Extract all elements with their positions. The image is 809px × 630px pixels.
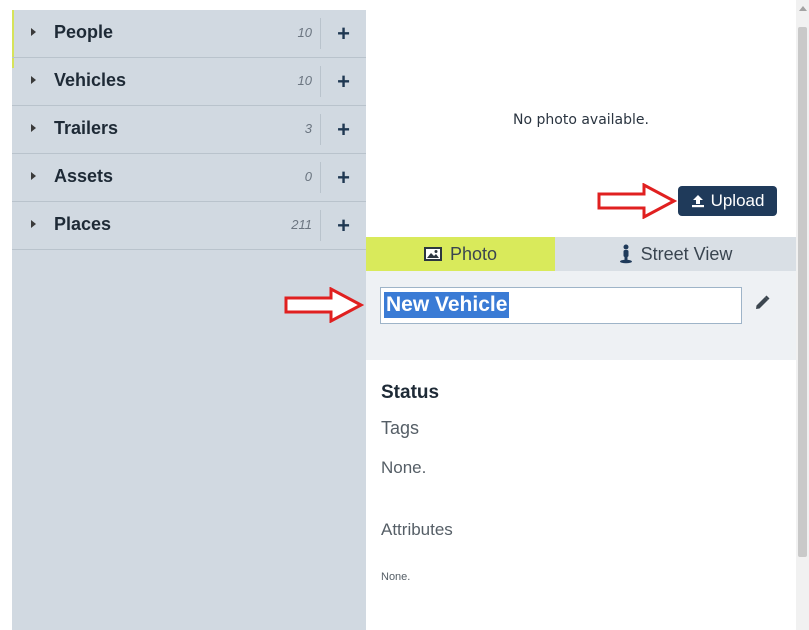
upload-button[interactable]: Upload <box>678 186 777 216</box>
sidebar-item-label: Trailers <box>54 118 119 138</box>
attributes-label: Attributes <box>381 520 453 539</box>
tab-photo[interactable]: Photo <box>366 237 555 271</box>
caret-right-icon[interactable] <box>31 28 36 36</box>
photo-area: No photo available. Upload <box>366 0 796 237</box>
sidebar-item-label: Assets <box>54 166 114 186</box>
scroll-up-icon[interactable] <box>799 6 807 11</box>
sidebar-item-label: People <box>54 22 114 42</box>
sidebar-item-trailers[interactable]: Trailers 3 + <box>12 106 366 154</box>
pencil-icon[interactable] <box>754 295 770 316</box>
add-person-button[interactable]: + <box>321 10 366 57</box>
details-panel: Status Tags None. Attributes None. <box>366 360 796 630</box>
upload-icon <box>691 194 705 208</box>
sidebar-item-assets[interactable]: Assets 0 + <box>12 154 366 202</box>
name-section: New Vehicle <box>284 271 796 360</box>
sidebar-item-count: 10 <box>297 25 312 40</box>
vehicle-name-text: New Vehicle <box>384 292 510 318</box>
caret-right-icon[interactable] <box>31 172 36 180</box>
status-heading: Status <box>381 382 440 403</box>
attributes-value: None. <box>381 571 411 583</box>
sidebar-item-count: 10 <box>297 73 312 88</box>
sidebar-item-places[interactable]: Places 211 + <box>12 202 366 250</box>
sidebar-item-label: Vehicles <box>54 70 127 90</box>
sidebar-item-count: 0 <box>304 169 312 184</box>
caret-right-icon[interactable] <box>31 124 36 132</box>
add-vehicle-button[interactable]: + <box>321 58 366 105</box>
tab-label: Photo <box>449 243 498 264</box>
photo-tabs: Photo Street View <box>366 237 796 271</box>
no-photo-message: No photo available. <box>513 112 649 128</box>
image-icon <box>423 247 442 261</box>
sidebar-item-count: 3 <box>304 121 312 136</box>
annotation-arrow-icon <box>597 183 677 219</box>
add-place-button[interactable]: + <box>321 202 366 249</box>
street-view-icon <box>619 244 633 264</box>
tags-label: Tags <box>381 418 420 438</box>
upload-label: Upload <box>710 191 765 210</box>
vehicle-name-input[interactable]: New Vehicle <box>380 287 742 324</box>
tags-value: None. <box>381 458 427 477</box>
caret-right-icon[interactable] <box>31 220 36 228</box>
sidebar-item-vehicles[interactable]: Vehicles 10 + <box>12 58 366 106</box>
sidebar-item-label: Places <box>54 214 112 234</box>
vertical-scrollbar[interactable] <box>796 0 809 630</box>
scroll-thumb[interactable] <box>798 27 807 557</box>
annotation-arrow-icon <box>284 287 364 323</box>
caret-right-icon[interactable] <box>31 76 36 84</box>
tab-label: Street View <box>640 243 733 264</box>
add-asset-button[interactable]: + <box>321 154 366 201</box>
add-trailer-button[interactable]: + <box>321 106 366 153</box>
sidebar-item-count: 211 <box>291 217 312 232</box>
sidebar-item-people[interactable]: People 10 + <box>12 10 366 58</box>
tab-street-view[interactable]: Street View <box>555 237 796 271</box>
